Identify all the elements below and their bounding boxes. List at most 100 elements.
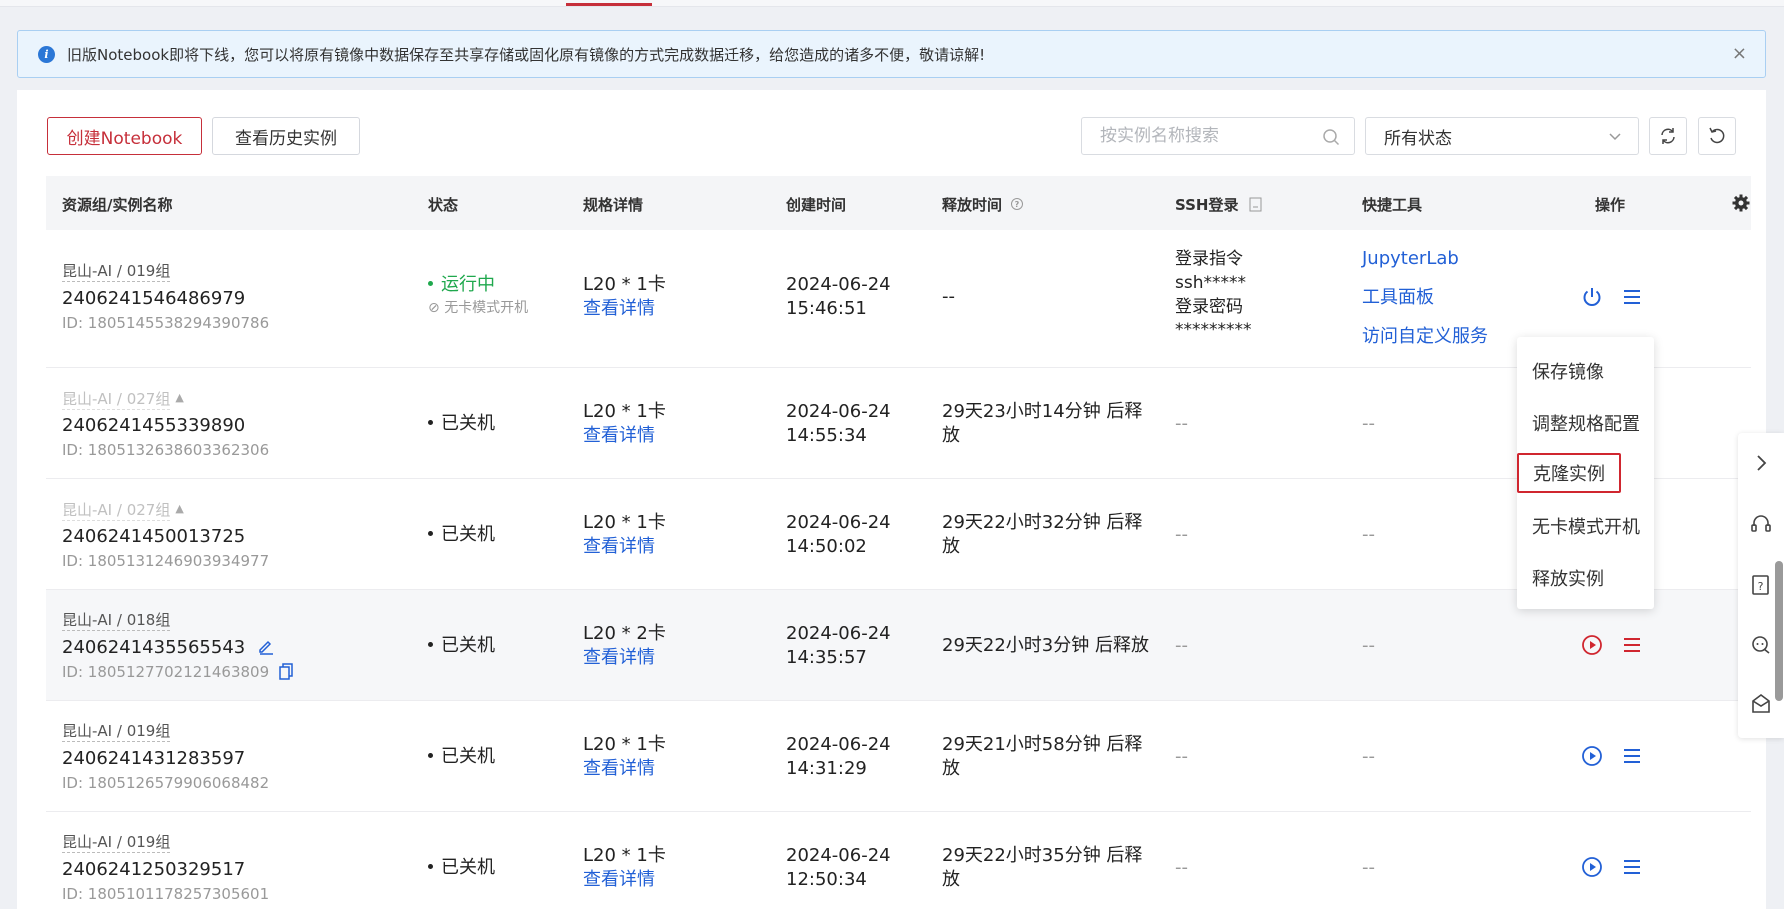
created-date: 2024-06-24: [786, 734, 891, 755]
menu-no-card-boot[interactable]: 无卡模式开机: [1532, 513, 1640, 539]
chevron-down-icon: [1609, 133, 1621, 141]
status-badge: 已关机: [428, 411, 495, 436]
gear-icon[interactable]: [1731, 193, 1751, 213]
top-tab-bar: [0, 0, 1784, 7]
spec: L20 * 2卡: [583, 623, 666, 644]
status-badge: 已关机: [428, 855, 495, 880]
status-badge: 已关机: [428, 633, 495, 658]
play-icon[interactable]: [1580, 744, 1604, 768]
ssh-cmd[interactable]: ssh*****: [1175, 271, 1246, 296]
view-history-button[interactable]: 查看历史实例: [212, 117, 360, 155]
release-time-cont: 放: [942, 758, 960, 779]
header-tools: 快捷工具: [1362, 196, 1423, 214]
refresh-icon: [1661, 128, 1675, 144]
tool-jupyterlab[interactable]: JupyterLab: [1362, 246, 1459, 271]
instance-id: ID: 1805132638603362306: [62, 441, 270, 459]
play-icon[interactable]: [1580, 855, 1604, 879]
instance-name: 2406241450013725: [62, 526, 246, 547]
table-row: 昆山-AI / 027组 ▲ 2406241450013725 ID: 18051…: [46, 479, 1751, 590]
release-time: 29天22小时32分钟 后释: [942, 512, 1143, 533]
doc-icon[interactable]: [1249, 197, 1262, 212]
ssh-cmd-label: 登录指令: [1175, 249, 1243, 269]
release-time-cont: 放: [942, 869, 960, 890]
play-icon[interactable]: [1580, 633, 1604, 657]
svg-text:?: ?: [1758, 580, 1764, 593]
instance-id: ID: 1805127702121463809: [62, 660, 294, 685]
spec: L20 * 1卡: [583, 274, 666, 295]
close-icon[interactable]: ×: [1732, 43, 1747, 64]
headset-icon[interactable]: [1749, 512, 1773, 536]
menu-adjust-spec[interactable]: 调整规格配置: [1532, 410, 1640, 436]
tool-panel[interactable]: 工具面板: [1362, 285, 1434, 310]
ssh-empty: --: [1175, 413, 1188, 434]
status-badge: 已关机: [428, 522, 495, 547]
menu-clone-instance[interactable]: 克隆实例: [1517, 453, 1621, 493]
tools-empty: --: [1362, 746, 1375, 767]
tools-empty: --: [1362, 413, 1375, 434]
edit-icon[interactable]: [257, 637, 275, 655]
help-doc-icon[interactable]: ?: [1749, 573, 1773, 597]
created-time: 12:50:34: [786, 869, 867, 890]
menu-icon[interactable]: [1620, 285, 1644, 309]
deprecation-notice: i 旧版Notebook即将下线，您可以将原有镜像中数据保存至共享存储或固化原有…: [17, 30, 1766, 78]
header-spec: 规格详情: [583, 196, 644, 214]
spec-detail-link[interactable]: 查看详情: [583, 534, 655, 559]
reset-icon: [1709, 127, 1725, 144]
instance-name: 2406241546486979: [62, 288, 246, 309]
spec: L20 * 1卡: [583, 845, 666, 866]
ssh-pwd[interactable]: *********: [1175, 318, 1252, 343]
power-icon[interactable]: [1580, 285, 1604, 309]
created-date: 2024-06-24: [786, 623, 891, 644]
status-select[interactable]: 所有状态: [1365, 117, 1639, 155]
help-icon[interactable]: ?: [1010, 197, 1024, 211]
ssh-empty: --: [1175, 635, 1188, 656]
menu-save-image[interactable]: 保存镜像: [1532, 358, 1604, 384]
spec-detail-link[interactable]: 查看详情: [583, 867, 655, 892]
resource-group: 昆山-AI / 018组: [62, 611, 171, 631]
created-date: 2024-06-24: [786, 845, 891, 866]
menu-release-instance[interactable]: 释放实例: [1532, 565, 1604, 591]
ssh-pwd-label: 登录密码: [1175, 297, 1243, 317]
header-release: 释放时间 ?: [942, 194, 1024, 215]
table-row: 昆山-AI / 019组 2406241431283597 ID: 180512…: [46, 701, 1751, 812]
chevron-right-icon[interactable]: [1749, 451, 1773, 475]
spec-detail-link[interactable]: 查看详情: [583, 756, 655, 781]
warning-icon: ▲: [175, 502, 184, 515]
created-date: 2024-06-24: [786, 512, 891, 533]
spec-detail-link[interactable]: 查看详情: [583, 645, 655, 670]
copy-icon[interactable]: [279, 663, 294, 680]
release-time: 29天22小时3分钟 后释放: [942, 635, 1149, 656]
create-notebook-button[interactable]: 创建Notebook: [47, 117, 202, 155]
instance-name: 2406241435565543: [62, 635, 275, 660]
created-time: 15:46:51: [786, 298, 867, 319]
active-tab-indicator: [566, 3, 652, 6]
release-time: 29天22小时35分钟 后释: [942, 845, 1143, 866]
chat-icon[interactable]: [1749, 633, 1773, 657]
scrollbar[interactable]: [1775, 561, 1783, 701]
table-row: 昆山-AI / 027组 ▲ 2406241455339890 ID: 18051…: [46, 368, 1751, 479]
created-time: 14:50:02: [786, 536, 867, 557]
table-header: 资源组/实例名称 状态 规格详情 创建时间 释放时间 ? SSH登录 快捷工具 …: [46, 176, 1751, 230]
status-badge: 运行中: [428, 272, 495, 297]
menu-icon[interactable]: [1620, 744, 1644, 768]
status-select-value: 所有状态: [1384, 128, 1452, 149]
menu-icon[interactable]: [1620, 855, 1644, 879]
created-time: 14:35:57: [786, 647, 867, 668]
spec-detail-link[interactable]: 查看详情: [583, 296, 655, 321]
feedback-icon[interactable]: [1749, 692, 1773, 716]
table-row: 昆山-AI / 019组 2406241250329517 ID: 180510…: [46, 812, 1751, 909]
refresh-button[interactable]: [1649, 117, 1687, 155]
menu-icon[interactable]: [1620, 633, 1644, 657]
search-input[interactable]: [1100, 126, 1320, 146]
spec-detail-link[interactable]: 查看详情: [583, 423, 655, 448]
instance-id: ID: 1805126579906068482: [62, 774, 270, 792]
resource-group: 昆山-AI / 019组: [62, 722, 171, 742]
header-status: 状态: [428, 196, 459, 214]
reset-button[interactable]: [1698, 117, 1736, 155]
status-sub: ⊘ 无卡模式开机: [428, 300, 529, 316]
search-icon[interactable]: [1322, 128, 1340, 146]
spec: L20 * 1卡: [583, 512, 666, 533]
table-row: 昆山-AI / 018组 2406241435565543 ID: 180512…: [46, 590, 1751, 701]
tools-empty: --: [1362, 857, 1375, 878]
tool-custom-service[interactable]: 访问自定义服务: [1362, 324, 1488, 349]
